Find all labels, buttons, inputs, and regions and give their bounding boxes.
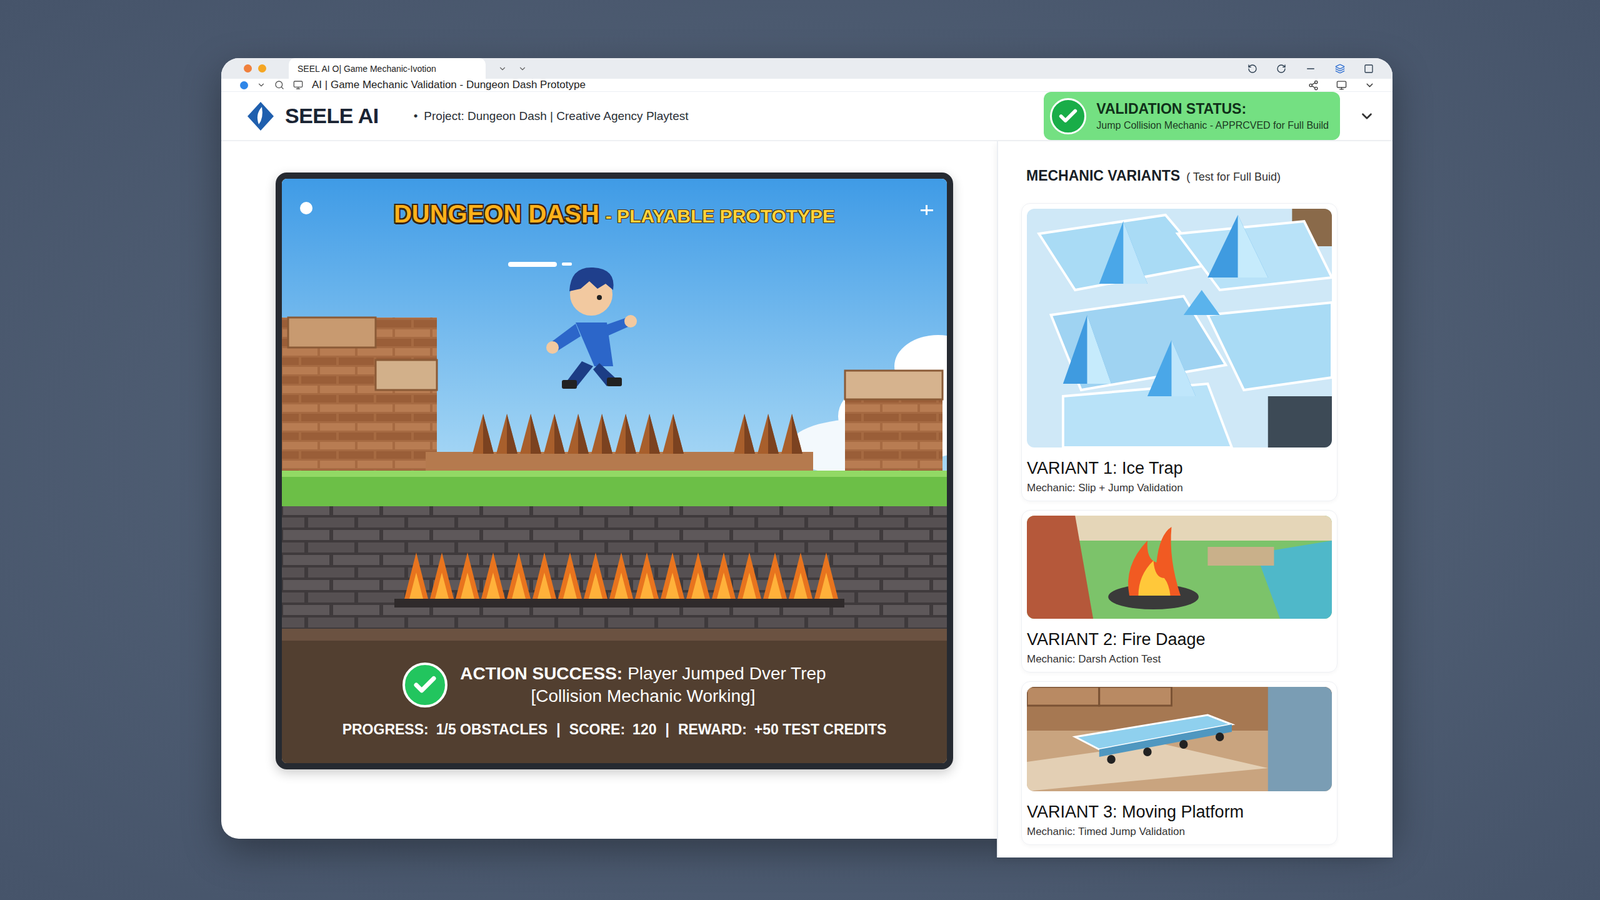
variant-mechanic: Mechanic: Slip + Jump Validation: [1026, 481, 1332, 495]
chevron-down-icon[interactable]: [256, 80, 266, 90]
header-menu-button[interactable]: [1358, 108, 1375, 125]
validation-status: VALIDATION STATUS: Jump Collision Mechani…: [1043, 91, 1340, 140]
ice-trap-thumbnail[interactable]: [1026, 208, 1332, 448]
variants-title: MECHANIC VARIANTS: [1026, 167, 1180, 185]
game-frame[interactable]: DUNGEON DASH- PLAYABLE PROTOTYPE ACTION S…: [275, 172, 954, 770]
stat: PROGRESS:1/5 OBSTACLES: [342, 721, 549, 739]
main-panel: DUNGEON DASH- PLAYABLE PROTOTYPE ACTION S…: [221, 141, 997, 810]
window-controls: [1247, 63, 1374, 75]
logo[interactable]: SEELE AI: [245, 100, 379, 132]
variant-mechanic: Mechanic: Darsh Action Test: [1026, 653, 1332, 666]
browser-window: SEEL AI O| Game Mechanic-IvotionAI | Gam…: [221, 58, 1393, 839]
redo-icon[interactable]: [1276, 63, 1287, 74]
variant-mechanic: Mechanic: Timed Jump Validation: [1026, 825, 1332, 839]
content: DUNGEON DASH- PLAYABLE PROTOTYPE ACTION S…: [221, 141, 1393, 858]
variants-panel: MECHANIC VARIANTS ( Test for Full Buid) VA…: [996, 141, 1393, 858]
search-icon[interactable]: [274, 80, 285, 90]
undo-icon[interactable]: [1247, 63, 1258, 74]
chevron-down-icon[interactable]: [498, 64, 507, 74]
stats-row: PROGRESS:1/5 OBSTACLES|SCORE:120|REWARD:…: [342, 721, 887, 739]
minimize-dot[interactable]: [258, 64, 267, 73]
page: SEEL AI O| Game Mechanic-IvotionAI | Gam…: [0, 0, 1600, 900]
maximize-icon[interactable]: [1363, 63, 1374, 74]
stat: SCORE:120: [569, 721, 657, 739]
layers-icon[interactable]: [1335, 63, 1345, 74]
variant-title: VARIANT 2: Fire Daage: [1026, 630, 1332, 650]
chevron-down-icon[interactable]: [1358, 108, 1375, 125]
variant-card[interactable]: VARIANT 3: Moving Platform Mechanic: Time…: [1021, 681, 1338, 845]
display-icon[interactable]: [1336, 80, 1347, 91]
check-icon: [1050, 98, 1087, 135]
close-dot[interactable]: [243, 64, 252, 73]
validation-label: VALIDATION STATUS:: [1096, 100, 1329, 118]
variant-card[interactable]: VARIANT 2: Fire Daage Mechanic: Darsh Act…: [1021, 510, 1338, 673]
chevron-down-icon[interactable]: [1364, 80, 1375, 91]
variant-title: VARIANT 3: Moving Platform: [1026, 802, 1332, 822]
fire-thumbnail[interactable]: [1026, 515, 1332, 619]
game-title: DUNGEON DASH- PLAYABLE PROTOTYPE: [281, 200, 947, 229]
tab-bar: SEEL AI O| Game Mechanic-Ivotion: [221, 58, 1393, 79]
success-check-icon: [402, 662, 448, 708]
page-icon[interactable]: [293, 80, 304, 90]
moving-platform-thumbnail[interactable]: [1026, 686, 1332, 792]
minimize-icon[interactable]: [1305, 63, 1317, 75]
address-field[interactable]: AI | Game Mechanic Validation - Dungeon …: [311, 78, 1300, 92]
status-dot: [240, 81, 249, 90]
address-tools: [1308, 80, 1375, 91]
validation-detail: Jump Collision Mechanic - APPRCVED for F…: [1096, 120, 1329, 132]
app-header: SEELE AI •Project: Dungeon Dash | Creativ…: [221, 91, 1393, 142]
browser-tab[interactable]: SEEL AI O| Game Mechanic-Ivotion: [288, 58, 486, 79]
result-panel: ACTION SUCCESS:Player Jumped Dver Trep[C…: [281, 640, 947, 764]
chevron-down-icon[interactable]: [518, 64, 527, 74]
project-label: •Project: Dungeon Dash | Creative Agency…: [413, 109, 689, 124]
variant-title: VARIANT 1: Ice Trap: [1026, 458, 1332, 479]
variants-note: ( Test for Full Buid): [1186, 170, 1281, 184]
tab-tools: [498, 64, 527, 74]
variant-card[interactable]: VARIANT 1: Ice Trap Mechanic: Slip + Jump…: [1021, 203, 1338, 502]
player-character: [546, 267, 637, 389]
result-message: ACTION SUCCESS:Player Jumped Dver Trep[C…: [460, 663, 826, 707]
stat: REWARD:+50 TEST CREDITS: [678, 721, 887, 739]
share-icon[interactable]: [1308, 80, 1319, 91]
address-bar: AI | Game Mechanic Validation - Dungeon …: [221, 78, 1393, 92]
seele-logo-icon: [245, 100, 277, 132]
